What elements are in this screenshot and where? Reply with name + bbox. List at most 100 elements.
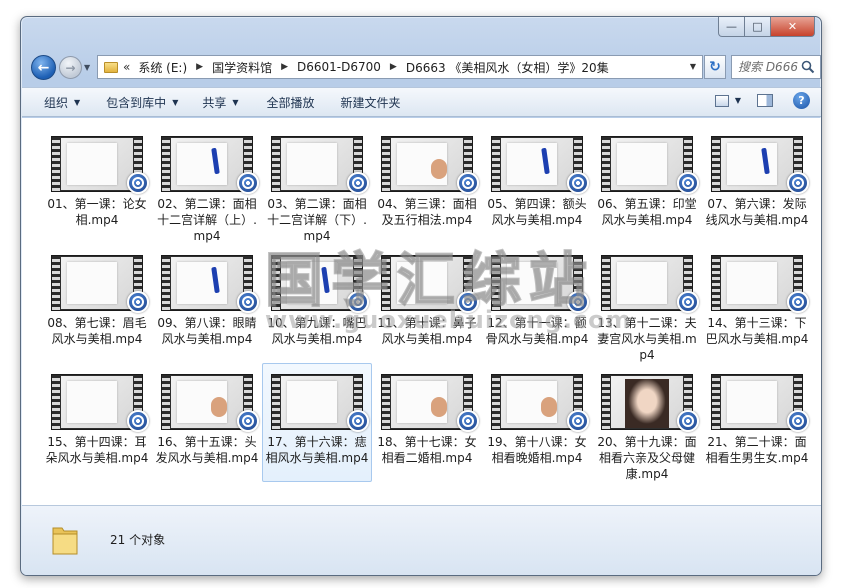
breadcrumb-current-folder[interactable]: D6663 《美相风水（女相）学》20集 <box>406 59 609 76</box>
film-reel-icon <box>682 415 694 427</box>
file-item[interactable]: 08、第七课：眉毛风水与美相.mp4 <box>42 244 152 363</box>
file-item[interactable]: 12、第十一课：颧骨风水与美相.mp4 <box>482 244 592 363</box>
file-item[interactable]: 07、第六课：发际线风水与美相.mp4 <box>702 125 812 244</box>
address-bar[interactable]: « 系统 (E:) ▶ 国学资料馆 ▶ D6601-D6700 ▶ D6663 … <box>97 55 703 79</box>
file-item[interactable]: 09、第八课：眼睛风水与美相.mp4 <box>152 244 262 363</box>
file-item[interactable]: 10、第九课：嘴巴风水与美相.mp4 <box>262 244 372 363</box>
thumbnail-frame <box>611 257 683 309</box>
file-name: 04、第三课：面相及五行相法.mp4 <box>377 197 477 227</box>
file-item[interactable]: 06、第五课：印堂风水与美相.mp4 <box>592 125 702 244</box>
file-item[interactable]: 20、第十九课：面相看六亲及父母健康.mp4 <box>592 363 702 482</box>
file-item[interactable]: 05、第四课：额头风水与美相.mp4 <box>482 125 592 244</box>
media-player-icon <box>127 291 149 313</box>
forward-arrow-icon: → <box>65 60 76 75</box>
whiteboard-image <box>176 143 228 185</box>
search-input[interactable] <box>732 60 798 74</box>
film-reel-icon <box>682 296 694 308</box>
close-button[interactable]: ✕ <box>771 17 815 37</box>
film-strip <box>272 256 280 310</box>
preview-pane-icon[interactable] <box>757 94 773 107</box>
media-player-icon <box>677 410 699 432</box>
file-item[interactable]: 04、第三课：面相及五行相法.mp4 <box>372 125 482 244</box>
film-reel-icon <box>242 296 254 308</box>
thumbnail-frame <box>171 138 243 190</box>
breadcrumb-separator-icon[interactable]: ▶ <box>281 62 288 72</box>
breadcrumb-separator-icon[interactable]: ▶ <box>390 62 397 72</box>
media-player-icon <box>677 172 699 194</box>
file-item[interactable]: 03、第二课：面相十二宫详解（下）.mp4 <box>262 125 372 244</box>
file-name: 16、第十五课：头发风水与美相.mp4 <box>155 435 259 465</box>
help-icon[interactable]: ? <box>793 92 810 109</box>
breadcrumb-range[interactable]: D6601-D6700 <box>297 60 381 74</box>
file-name: 10、第九课：嘴巴风水与美相.mp4 <box>267 316 367 346</box>
film-strip <box>712 256 720 310</box>
explorer-window: — □ ✕ ← → ▼ « 系统 (E:) ▶ 国学资料馆 ▶ D6601-D6… <box>20 16 822 576</box>
play-all-button[interactable]: 全部播放 <box>259 91 323 113</box>
folder-icon <box>52 527 78 555</box>
file-item[interactable]: 11、第十课：鼻子风水与美相.mp4 <box>372 244 482 363</box>
film-strip <box>602 375 610 429</box>
share-label: 共享 <box>202 95 227 110</box>
address-dropdown-icon[interactable]: ▼ <box>690 62 696 71</box>
file-item[interactable]: 02、第二课：面相十二宫详解（上）.mp4 <box>152 125 262 244</box>
file-item[interactable]: 01、第一课：论女相.mp4 <box>42 125 152 244</box>
address-chevron[interactable]: « <box>123 60 130 74</box>
file-item[interactable]: 14、第十三课：下巴风水与美相.mp4 <box>702 244 812 363</box>
include-in-library-menu[interactable]: 包含到库中 ▼ <box>98 91 186 113</box>
file-name: 02、第二课：面相十二宫详解（上）.mp4 <box>157 197 257 243</box>
thumbnail-frame <box>391 138 463 190</box>
search-icon[interactable] <box>801 60 815 74</box>
film-strip <box>712 375 720 429</box>
film-strip <box>382 137 390 191</box>
media-player-icon <box>787 172 809 194</box>
thumbnail-frame <box>171 257 243 309</box>
forward-button[interactable]: → <box>59 56 82 79</box>
file-item[interactable]: 18、第十七课：女相看二婚相.mp4 <box>372 363 482 482</box>
caption-buttons: — □ ✕ <box>718 17 815 37</box>
change-view-icon[interactable] <box>714 94 729 107</box>
breadcrumb-separator-icon[interactable]: ▶ <box>196 62 203 72</box>
film-reel-icon <box>352 296 364 308</box>
organize-menu[interactable]: 组织 ▼ <box>36 91 88 113</box>
file-item[interactable]: 19、第十八课：女相看晚婚相.mp4 <box>482 363 592 482</box>
thumbnail-frame <box>611 138 683 190</box>
new-folder-button[interactable]: 新建文件夹 <box>333 91 409 113</box>
film-reel-icon <box>132 177 144 189</box>
file-name: 09、第八课：眼睛风水与美相.mp4 <box>157 316 257 346</box>
media-player-icon <box>237 172 259 194</box>
file-item[interactable]: 17、第十六课：痣相风水与美相.mp4 <box>262 363 372 482</box>
file-name: 17、第十六课：痣相风水与美相.mp4 <box>265 435 369 465</box>
film-strip <box>162 256 170 310</box>
file-item[interactable]: 16、第十五课：头发风水与美相.mp4 <box>152 363 262 482</box>
whiteboard-image <box>66 143 118 185</box>
media-player-icon <box>127 172 149 194</box>
thumbnail-frame <box>721 138 793 190</box>
back-button[interactable]: ← <box>31 55 56 80</box>
minimize-button[interactable]: — <box>718 17 745 37</box>
film-strip <box>162 375 170 429</box>
file-item[interactable]: 21、第二十课：面相看生男生女.mp4 <box>702 363 812 482</box>
file-list-area[interactable]: 01、第一课：论女相.mp4 02、第二课：面相十二宫详解（上）.mp4 03、第二… <box>22 118 821 505</box>
file-name: 08、第七课：眉毛风水与美相.mp4 <box>47 316 147 346</box>
film-reel-icon <box>242 177 254 189</box>
whiteboard-image <box>616 262 668 304</box>
breadcrumb-drive[interactable]: 系统 (E:) <box>138 59 187 76</box>
file-name: 15、第十四课：耳朵风水与美相.mp4 <box>45 435 149 465</box>
media-player-icon <box>347 410 369 432</box>
maximize-button[interactable]: □ <box>745 17 771 37</box>
hand-image <box>540 396 557 417</box>
file-name: 06、第五课：印堂风水与美相.mp4 <box>597 197 697 227</box>
film-reel-icon <box>792 415 804 427</box>
recent-pages-dropdown-icon[interactable]: ▼ <box>84 63 90 72</box>
file-name: 01、第一课：论女相.mp4 <box>47 197 147 227</box>
share-menu[interactable]: 共享 ▼ <box>194 91 246 113</box>
breadcrumb-library[interactable]: 国学资料馆 <box>212 59 272 76</box>
film-reel-icon <box>352 415 364 427</box>
file-item[interactable]: 15、第十四课：耳朵风水与美相.mp4 <box>42 363 152 482</box>
film-reel-icon <box>792 177 804 189</box>
whiteboard-image <box>616 143 668 185</box>
search-box[interactable] <box>731 55 821 79</box>
view-options-dropdown-icon[interactable]: ▼ <box>735 96 741 105</box>
refresh-button[interactable]: ↻ <box>704 55 726 79</box>
file-item[interactable]: 13、第十二课：夫妻宫风水与美相.mp4 <box>592 244 702 363</box>
